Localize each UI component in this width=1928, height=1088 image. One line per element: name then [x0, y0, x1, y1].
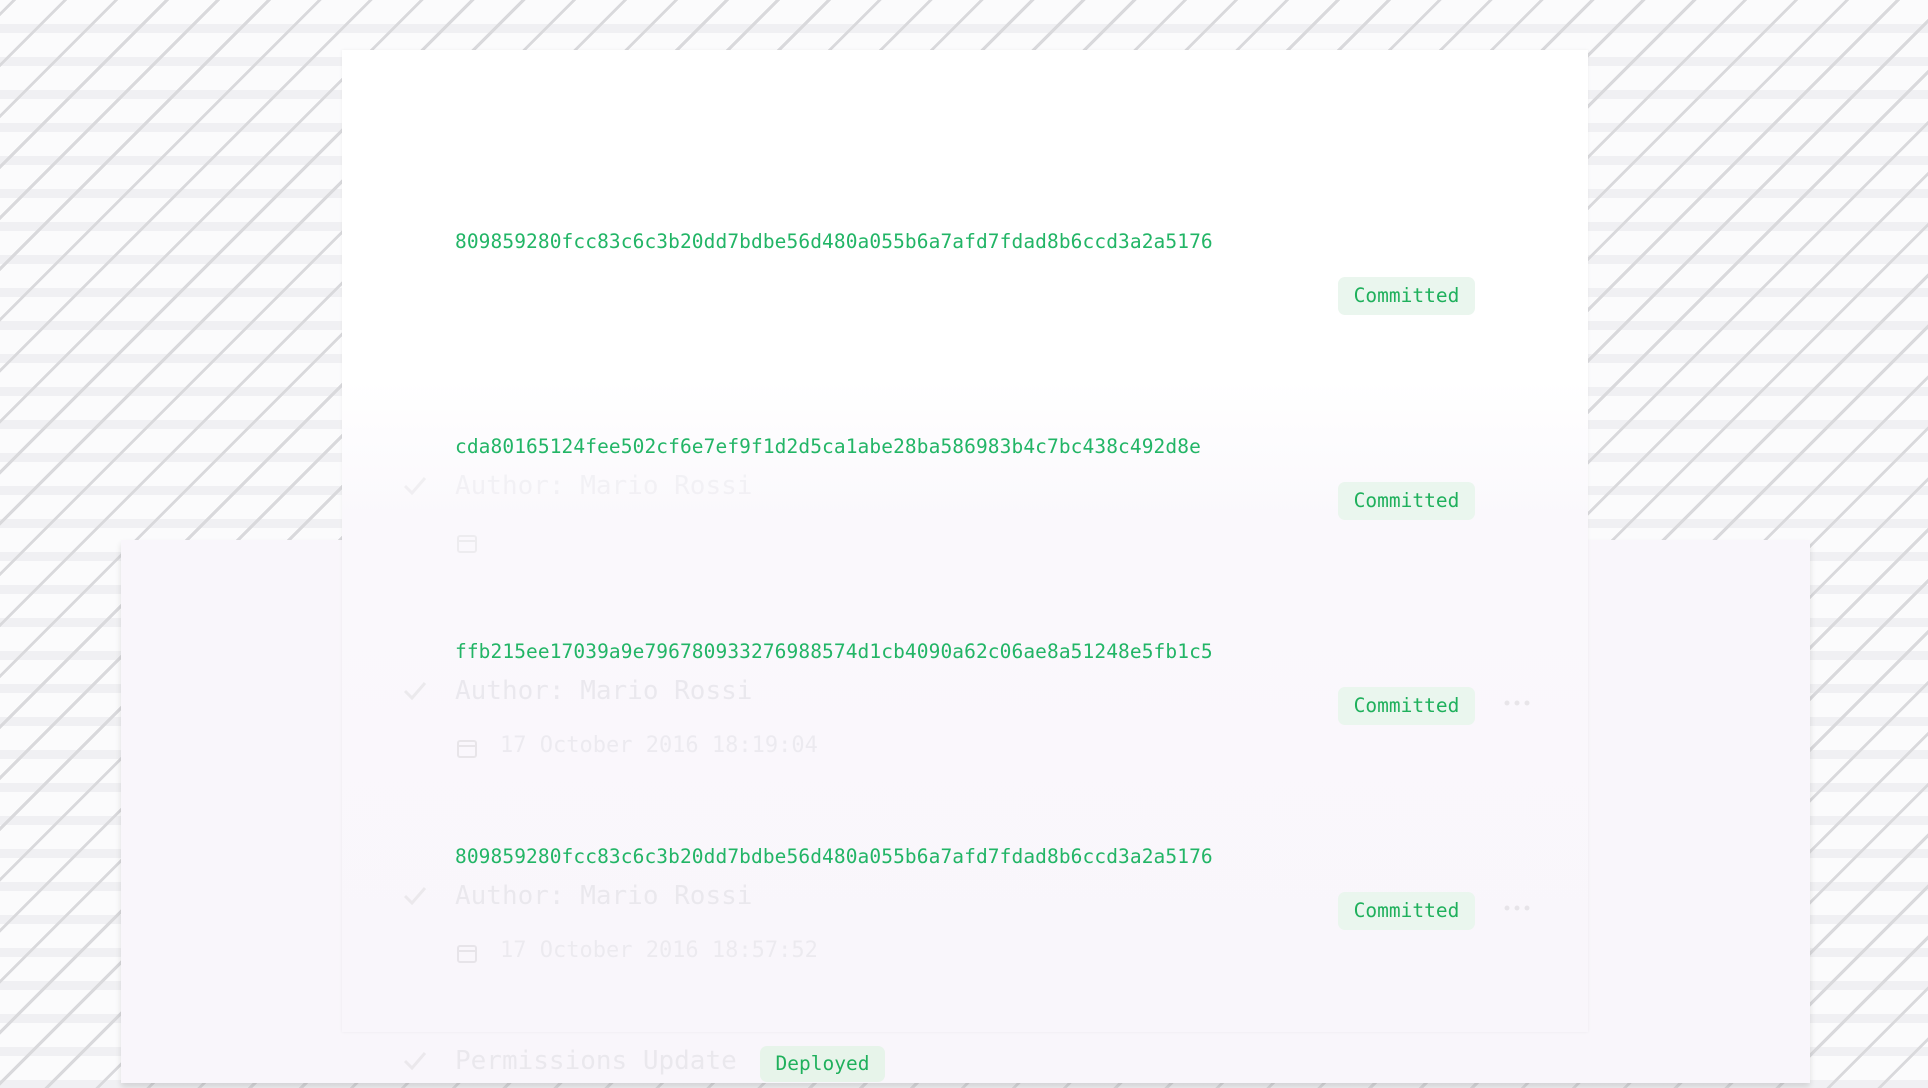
commit-hash[interactable]: 809859280fcc83c6c3b20dd7bdbe56d480a055b6…: [455, 230, 1213, 253]
status-badge: Committed: [1338, 482, 1475, 520]
commit-history-card: 809859280fcc83c6c3b20dd7bdbe56d480a055b6…: [342, 50, 1588, 1032]
commit-date: 17 October 2016 18:19:04: [500, 733, 818, 758]
calendar-icon: [457, 535, 477, 553]
calendar-icon: [457, 945, 477, 963]
commit-hash[interactable]: cda80165124fee502cf6e7ef9f1d2d5ca1abe28b…: [455, 435, 1201, 458]
check-icon: [403, 477, 427, 496]
calendar-icon: [457, 740, 477, 758]
more-horizontal-icon[interactable]: [1502, 901, 1532, 915]
commit-hash[interactable]: 809859280fcc83c6c3b20dd7bdbe56d480a055b6…: [455, 845, 1213, 868]
deployment-title: Permissions Update: [455, 1046, 737, 1076]
commit-date: 17 October 2016 18:57:52: [500, 938, 818, 963]
status-badge: Deployed: [760, 1046, 885, 1082]
check-icon: [403, 887, 427, 906]
commit-author: Author: Mario Rossi: [455, 881, 753, 911]
more-horizontal-icon[interactable]: [1502, 696, 1532, 710]
status-badge: Committed: [1338, 892, 1475, 930]
check-icon: [403, 1052, 427, 1071]
commit-author: Author: Mario Rossi: [455, 676, 753, 706]
check-icon: [403, 682, 427, 701]
status-badge: Committed: [1338, 277, 1475, 315]
commit-author: Author: Mario Rossi: [455, 471, 753, 501]
deployment-item: Permissions Update Deployed: [0, 1042, 1928, 1082]
status-badge: Committed: [1338, 687, 1475, 725]
commit-hash[interactable]: ffb215ee17039a9e796780933276988574d1cb40…: [455, 640, 1213, 663]
